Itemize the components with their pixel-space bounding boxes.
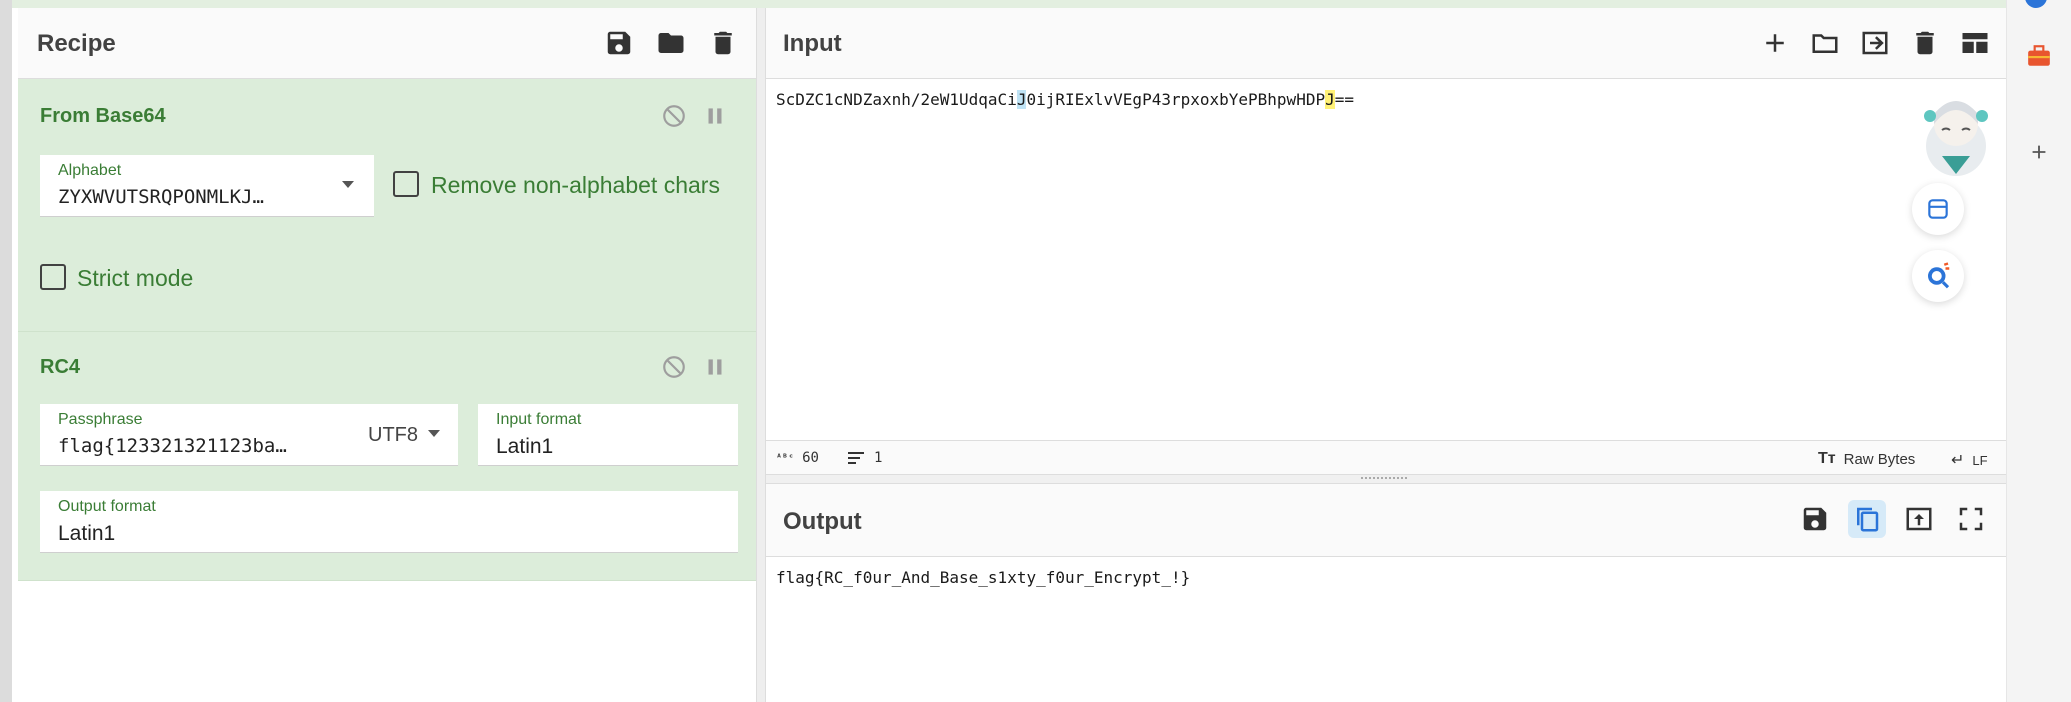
clear-input-button[interactable]: [1910, 28, 1940, 58]
passphrase-value: flag{123321321123ba…: [58, 435, 287, 457]
open-file-button[interactable]: [1810, 28, 1840, 58]
plus-icon: [1766, 34, 1784, 52]
eol-selector[interactable]: ↵ LF: [1951, 450, 1988, 470]
passphrase-field[interactable]: Passphrase flag{123321321123ba… UTF8: [40, 404, 458, 466]
length-indicator: ᴬᴮᶜ 60: [776, 450, 819, 466]
operation-title: RC4: [40, 356, 81, 378]
copy-output-button[interactable]: [1848, 500, 1886, 538]
layout-icon: [1962, 33, 1988, 53]
recipe-panel: Recipe From Base64 Alphabet ZYXWVUTSRQPO…: [18, 8, 756, 702]
assistant-icon: [1928, 262, 1950, 289]
output-textarea[interactable]: flag{RC_f0ur_And_Base_s1xty_f0ur_Encrypt…: [776, 568, 1190, 587]
length-value: 60: [802, 450, 819, 466]
strict-mode-label: Strict mode: [77, 265, 194, 291]
output-title: Output: [783, 508, 862, 535]
remove-non-alphabet-label: Remove non-alphabet chars: [431, 172, 720, 198]
copy-icon: [1857, 507, 1879, 532]
save-output-button[interactable]: [1796, 500, 1834, 538]
text-size-icon: Tт: [1818, 450, 1836, 467]
sidebar-app-icon[interactable]: [2025, 0, 2047, 8]
output-format-value: Latin1: [58, 522, 116, 545]
output-format-field[interactable]: Output format Latin1: [40, 491, 738, 553]
trash-icon: [1916, 31, 1934, 55]
eol-value: LF: [1972, 452, 1988, 468]
lines-value: 1: [874, 450, 883, 466]
encoding-value: Raw Bytes: [1843, 450, 1916, 468]
input-title: Input: [783, 30, 842, 57]
input-text-segment: ScDZC1cNDZaxnh/2eW1UdqaCi: [776, 90, 1017, 109]
operation-title: From Base64: [40, 105, 166, 127]
load-recipe-button[interactable]: [656, 28, 686, 58]
input-highlight-yellow: J: [1325, 90, 1335, 109]
disable-operation-icon[interactable]: [661, 354, 687, 380]
input-panel: Input ScDZC1cNDZaxnh/2eW1UdqaCi J0ijRIExl…: [766, 8, 2006, 475]
recipe-header: Recipe: [18, 8, 756, 79]
top-strip: [0, 0, 2007, 8]
plus-icon: [2032, 145, 2046, 159]
clear-recipe-button[interactable]: [708, 28, 738, 58]
input-text-segment: 0ijRIExlvVEgP43rpxoxbYePBhpwHDP: [1026, 90, 1326, 109]
open-folder-button[interactable]: [1860, 28, 1890, 58]
panel-resize-handle[interactable]: [756, 8, 766, 702]
encoding-selector[interactable]: Tт Raw Bytes: [1818, 450, 1915, 468]
input-format-label: Input format: [496, 411, 582, 428]
chevron-down-icon: [427, 430, 440, 437]
save-recipe-button[interactable]: [604, 28, 634, 58]
output-panel: Output flag{RC_f0ur_And_Base_s1xty_f0ur_…: [766, 484, 2006, 702]
alphabet-value: ZYXWVUTSRQPONMLKJ…: [58, 186, 264, 208]
reset-layout-button[interactable]: [1960, 28, 1990, 58]
input-arrow-icon: [1862, 31, 1888, 55]
return-arrow-icon: ↵: [1951, 452, 1965, 469]
chevron-down-icon: [342, 181, 354, 188]
window-icon: [1928, 199, 1948, 219]
disable-operation-icon[interactable]: [661, 103, 687, 129]
pause-operation-icon[interactable]: [702, 354, 728, 380]
recipe-title: Recipe: [37, 30, 116, 57]
input-format-field[interactable]: Input format Latin1: [478, 404, 738, 466]
folder-outline-icon: [1812, 34, 1838, 53]
grip-dots: [1361, 477, 1407, 483]
mascot-avatar[interactable]: [1912, 86, 2000, 180]
operation-from-base64[interactable]: From Base64 Alphabet ZYXWVUTSRQPONMLKJ… …: [18, 79, 756, 332]
strict-mode-checkbox[interactable]: [40, 264, 66, 290]
assistant-search-button[interactable]: [1912, 250, 1964, 302]
passphrase-label: Passphrase: [58, 411, 143, 428]
output-format-label: Output format: [58, 498, 156, 515]
lines-indicator: 1: [846, 450, 882, 466]
save-icon: [1803, 507, 1827, 531]
operation-rc4[interactable]: RC4 Passphrase flag{123321321123ba… UTF8…: [18, 332, 756, 581]
alphabet-select[interactable]: Alphabet ZYXWVUTSRQPONMLKJ…: [40, 155, 374, 217]
operations-panel-edge[interactable]: [0, 0, 12, 702]
fullscreen-icon: [1959, 507, 1983, 531]
passphrase-encoding-select[interactable]: UTF8: [368, 424, 440, 447]
toolbox-icon: [2028, 45, 2050, 66]
passphrase-encoding-value: UTF8: [368, 424, 418, 446]
input-header: Input: [766, 8, 2006, 79]
save-icon: [607, 31, 631, 55]
input-status-bar: ᴬᴮᶜ 60 1 Tт Raw Bytes ↵ LF: [766, 440, 2006, 475]
add-tab-button[interactable]: [1760, 28, 1790, 58]
add-sidebar-app-button[interactable]: [2025, 138, 2053, 166]
input-text-segment: ==: [1334, 90, 1354, 109]
lines-icon: [848, 452, 864, 464]
pause-operation-icon[interactable]: [702, 103, 728, 129]
replace-input-button[interactable]: [1900, 500, 1938, 538]
input-textarea[interactable]: ScDZC1cNDZaxnh/2eW1UdqaCi J0ijRIExlvVEgP4…: [776, 90, 1354, 109]
trash-icon: [714, 31, 732, 55]
remove-non-alphabet-checkbox[interactable]: [393, 171, 419, 197]
input-format-value: Latin1: [496, 435, 554, 458]
toolbox-button[interactable]: [2025, 42, 2053, 70]
maximise-output-button[interactable]: [1952, 500, 1990, 538]
browser-sidebar: [2007, 0, 2071, 702]
abc-icon: ᴬᴮᶜ: [776, 452, 795, 464]
folder-icon: [658, 33, 684, 53]
upload-window-icon: [1906, 507, 1932, 531]
alphabet-label: Alphabet: [58, 162, 122, 179]
output-header: Output: [766, 484, 2006, 557]
io-resize-handle[interactable]: [766, 474, 2006, 484]
assistant-window-button[interactable]: [1912, 183, 1964, 235]
